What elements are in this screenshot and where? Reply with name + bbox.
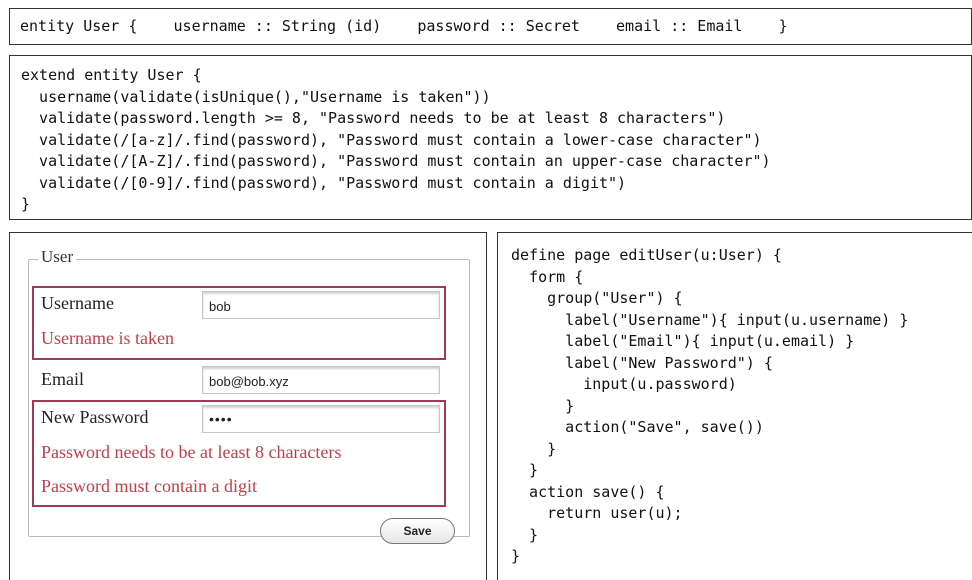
code-line: } xyxy=(511,396,575,415)
save-button[interactable]: Save xyxy=(380,518,455,544)
password-digit-error: Password must contain a digit xyxy=(41,476,257,496)
code-line: username(validate(isUnique(),"Username i… xyxy=(21,87,491,106)
extend-entity-code: extend entity User { username(validate(i… xyxy=(21,65,771,216)
code-line: label("Email"){ input(u.email) } xyxy=(511,332,855,350)
entity-declaration-panel: entity User { username :: String (id) pa… xyxy=(9,8,972,45)
page-definition-code: define page editUser(u:User) { form { gr… xyxy=(511,245,908,568)
code-line: } xyxy=(21,195,31,213)
email-label: Email xyxy=(41,369,84,389)
code-line: } xyxy=(511,525,539,544)
email-input[interactable]: bob@bob.xyz xyxy=(202,366,440,394)
code-line: extend entity User { xyxy=(21,66,202,84)
password-length-error: Password needs to be at least 8 characte… xyxy=(41,442,342,462)
code-line: } xyxy=(511,547,521,565)
entity-declaration-code: entity User { username :: String (id) pa… xyxy=(20,17,788,35)
code-line: validate(/[A-Z]/.find(password), "Passwo… xyxy=(21,152,771,170)
password-input[interactable]: •••• xyxy=(202,405,440,433)
code-line: validate(/[a-z]/.find(password), "Passwo… xyxy=(21,130,762,149)
rendered-form-panel: User Username bob Username is taken Emai… xyxy=(9,232,487,580)
extend-entity-panel: extend entity User { username(validate(i… xyxy=(9,55,972,220)
code-line: validate(password.length >= 8, "Password… xyxy=(21,109,726,127)
code-line: return user(u); xyxy=(511,504,683,522)
code-line: define page editUser(u:User) { xyxy=(511,246,782,264)
code-line: action("Save", save()) xyxy=(511,418,764,436)
code-line: form { xyxy=(511,267,584,286)
code-line: } xyxy=(511,439,557,458)
password-label: New Password xyxy=(41,407,149,427)
code-line: } xyxy=(511,461,539,479)
username-label: Username xyxy=(41,293,114,313)
code-line: input(u.password) xyxy=(511,375,737,393)
code-line: label("New Password") { xyxy=(511,353,773,372)
fieldset-legend: User xyxy=(38,247,77,267)
code-line: label("Username"){ input(u.username) } xyxy=(511,310,909,329)
username-error-message: Username is taken xyxy=(41,328,174,348)
username-input[interactable]: bob xyxy=(202,291,440,319)
code-line: group("User") { xyxy=(511,289,683,307)
page-definition-panel: define page editUser(u:User) { form { gr… xyxy=(497,232,972,580)
code-line: action save() { xyxy=(511,482,665,501)
code-line: validate(/[0-9]/.find(password), "Passwo… xyxy=(21,173,627,192)
